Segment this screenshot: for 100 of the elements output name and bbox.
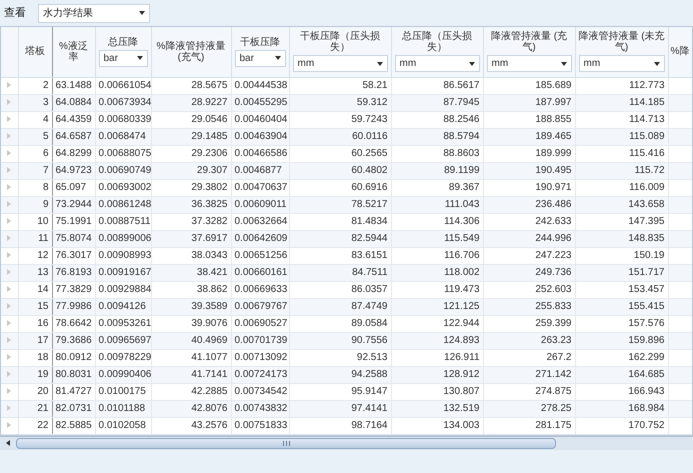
- table-cell: 78.6642: [52, 315, 95, 332]
- table-cell: 0.00887511: [95, 213, 151, 230]
- left-arrow-icon: [6, 440, 10, 446]
- column-header[interactable]: 塔板: [18, 27, 52, 77]
- table-cell: 82.5885: [52, 417, 95, 434]
- row-indicator-icon[interactable]: [7, 150, 12, 156]
- table-cell: 76.8193: [52, 264, 95, 281]
- table-cell: 89.0584: [289, 315, 391, 332]
- row-indicator-icon[interactable]: [7, 133, 12, 140]
- scrollbar-thumb[interactable]: [16, 438, 556, 448]
- column-header: 干板压降（压头损失）: [299, 31, 381, 54]
- row-indicator-icon[interactable]: [7, 201, 12, 208]
- table-cell: 114.306: [391, 213, 483, 230]
- column-header: 总压降: [107, 36, 139, 48]
- row-indicator-icon[interactable]: [7, 320, 12, 326]
- unit-dropdown[interactable]: mm: [394, 55, 480, 72]
- table-cell: 86.5617: [391, 77, 483, 94]
- table-cell: 98.7164: [289, 417, 391, 434]
- row-indicator-icon[interactable]: [7, 286, 12, 292]
- table-cell: 0.00953261: [95, 315, 151, 332]
- table-cell: 36.3825: [151, 196, 231, 213]
- table-cell: 0.00642609: [231, 230, 289, 247]
- caret-icon: [654, 62, 660, 66]
- unit-dropdown[interactable]: mm: [578, 55, 664, 72]
- table-cell: 97.4141: [289, 400, 391, 417]
- table-cell: 73.2944: [52, 196, 95, 213]
- table-cell: 40.4969: [151, 332, 231, 349]
- table-cell: 82.5944: [289, 230, 391, 247]
- table-cell: 83.6151: [289, 247, 391, 264]
- table-cell: 143.658: [575, 196, 668, 213]
- grip-icon: [282, 440, 290, 446]
- table-cell: 78.5217: [289, 196, 391, 213]
- table-cell: 0.00673934: [95, 94, 151, 111]
- table-cell: 64.9723: [52, 162, 95, 179]
- table-cell: 116.009: [575, 179, 668, 196]
- row-indicator-icon[interactable]: [7, 82, 12, 88]
- table-cell: 278.25: [483, 400, 575, 417]
- table-cell: 59.7243: [289, 111, 391, 128]
- row-indicator-icon[interactable]: [7, 405, 12, 412]
- table-cell: 87.7945: [391, 94, 483, 111]
- row-indicator-icon[interactable]: [7, 371, 12, 378]
- unit-dropdown[interactable]: bar: [98, 50, 148, 67]
- table-cell: 0.00679767: [231, 298, 289, 315]
- table-cell: 88.5794: [391, 128, 483, 145]
- caret-icon: [274, 56, 280, 60]
- column-header[interactable]: %降液管持液量 (充气): [151, 27, 231, 77]
- table-cell: 0.0094126: [95, 298, 151, 315]
- table-cell: 0.00690749: [95, 162, 151, 179]
- table-cell: 0.00965697: [95, 332, 151, 349]
- row-indicator-icon[interactable]: [7, 337, 12, 344]
- table-cell: 17: [18, 332, 52, 349]
- table-cell: 0.00713092: [231, 349, 289, 366]
- row-indicator-icon[interactable]: [7, 252, 12, 258]
- table-cell: 94.2588: [289, 366, 391, 383]
- view-dropdown[interactable]: 水力学结果: [38, 4, 150, 22]
- table-cell: 166.943: [575, 383, 668, 400]
- column-header[interactable]: %降: [668, 27, 692, 77]
- table-cell: 38.862: [151, 281, 231, 298]
- row-indicator-icon[interactable]: [7, 354, 12, 360]
- table-cell: 249.736: [483, 264, 575, 281]
- row-indicator-icon[interactable]: [7, 218, 12, 224]
- unit-dropdown[interactable]: mm: [486, 55, 572, 72]
- table-cell: 0.00978229: [95, 349, 151, 366]
- table-cell: 0.00899006: [95, 230, 151, 247]
- unit-dropdown[interactable]: bar: [234, 50, 286, 67]
- table-cell: 19: [18, 366, 52, 383]
- table-cell: 87.4749: [289, 298, 391, 315]
- table-cell: 162.299: [575, 349, 668, 366]
- table-cell: 86.0357: [289, 281, 391, 298]
- table-cell: 89.367: [391, 179, 483, 196]
- table-cell: 11: [18, 230, 52, 247]
- table-cell: 151.717: [575, 264, 668, 281]
- table-cell: 0.00470637: [231, 179, 289, 196]
- column-header: 降液管持液量 (未充气): [578, 31, 666, 54]
- table-cell: 267.2: [483, 349, 575, 366]
- unit-dropdown[interactable]: mm: [292, 55, 388, 72]
- table-cell: 0.00463904: [231, 128, 289, 145]
- row-indicator-icon[interactable]: [7, 184, 12, 190]
- table-cell: 114.713: [575, 111, 668, 128]
- table-cell: 42.2885: [151, 383, 231, 400]
- table-cell: 255.833: [483, 298, 575, 315]
- table-cell: 134.003: [391, 417, 483, 434]
- table-cell: 76.3017: [52, 247, 95, 264]
- row-indicator-icon[interactable]: [7, 235, 12, 242]
- table-cell: 0.00466586: [231, 145, 289, 162]
- row-indicator-icon[interactable]: [7, 388, 12, 394]
- table-cell: 119.473: [391, 281, 483, 298]
- table-cell: 0.0101188: [95, 400, 151, 417]
- caret-icon: [139, 11, 145, 15]
- row-indicator-icon[interactable]: [7, 99, 12, 106]
- row-indicator-icon[interactable]: [7, 303, 12, 310]
- row-indicator-icon[interactable]: [7, 167, 12, 174]
- table-cell: 81.4727: [52, 383, 95, 400]
- row-indicator-icon[interactable]: [7, 116, 12, 122]
- column-header[interactable]: %液泛率: [52, 27, 95, 77]
- table-cell: 0.00929884: [95, 281, 151, 298]
- row-indicator-icon[interactable]: [7, 422, 12, 428]
- table-cell: 89.1199: [391, 162, 483, 179]
- table-cell: 75.1991: [52, 213, 95, 230]
- row-indicator-icon[interactable]: [7, 269, 12, 276]
